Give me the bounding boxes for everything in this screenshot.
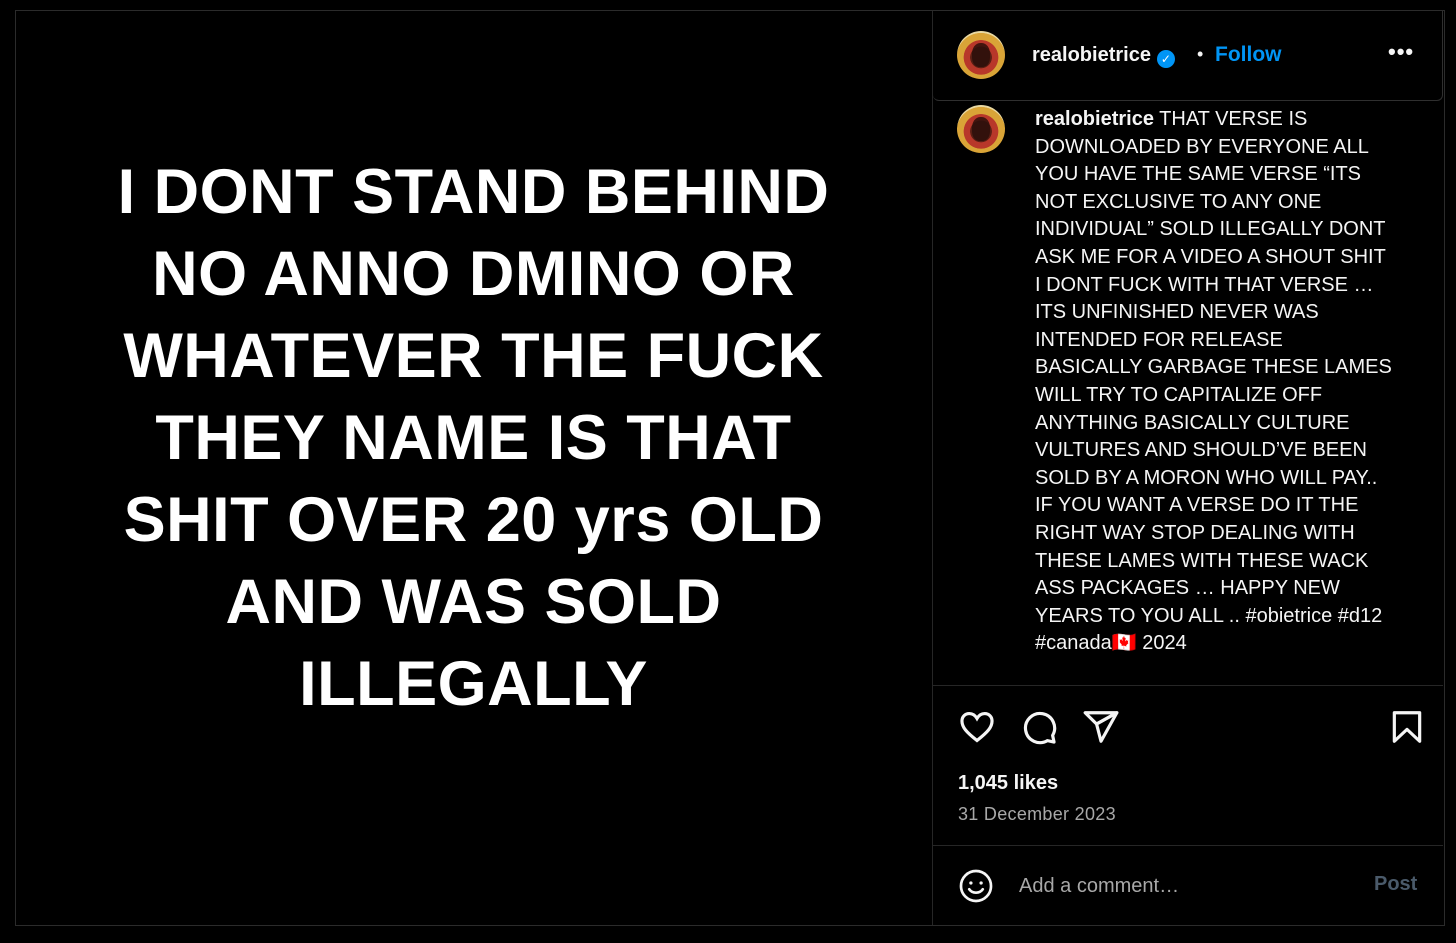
post-image: I DONT STAND BEHIND NO ANNO DMINO OR WHA…: [16, 11, 931, 925]
send-icon[interactable]: [1082, 708, 1120, 746]
caption-section: realobietrice THAT VERSE IS DOWNLOADED B…: [933, 103, 1443, 685]
separator-dot: •: [1197, 44, 1204, 64]
comment-bubble-icon[interactable]: [1020, 708, 1058, 746]
avatar[interactable]: [957, 31, 1005, 79]
heart-icon[interactable]: [958, 708, 996, 746]
post-date[interactable]: 31 December 2023: [958, 804, 1116, 825]
post-image-text: I DONT STAND BEHIND NO ANNO DMINO OR WHA…: [117, 157, 830, 719]
caption-avatar[interactable]: [957, 105, 1005, 153]
like-count[interactable]: 1,045 likes: [958, 772, 1058, 795]
header-username-label[interactable]: realobietrice: [1032, 44, 1151, 66]
comment-bar: Post: [933, 845, 1443, 926]
post-comment-button[interactable]: Post: [1374, 873, 1417, 896]
follow-button[interactable]: Follow: [1215, 43, 1282, 67]
caption-text: THAT VERSE IS DOWNLOADED BY EVERYONE ALL…: [1035, 108, 1392, 655]
more-options-icon[interactable]: •••: [1388, 39, 1414, 65]
post-side-panel: realobietrice ✓ • Follow ••• realobietric…: [932, 11, 1444, 925]
caption-username[interactable]: realobietrice: [1035, 108, 1154, 130]
post-header: realobietrice ✓ • Follow •••: [933, 11, 1443, 101]
comment-input[interactable]: [1019, 872, 1349, 900]
caption: realobietrice THAT VERSE IS DOWNLOADED B…: [1035, 106, 1395, 658]
verified-badge-icon: ✓: [1156, 50, 1175, 68]
post-actions: 1,045 likes 31 December 2023: [933, 685, 1443, 836]
emoji-smile-icon[interactable]: [958, 868, 994, 904]
header-username[interactable]: realobietrice ✓: [1032, 44, 1175, 68]
bookmark-icon[interactable]: [1388, 708, 1426, 746]
